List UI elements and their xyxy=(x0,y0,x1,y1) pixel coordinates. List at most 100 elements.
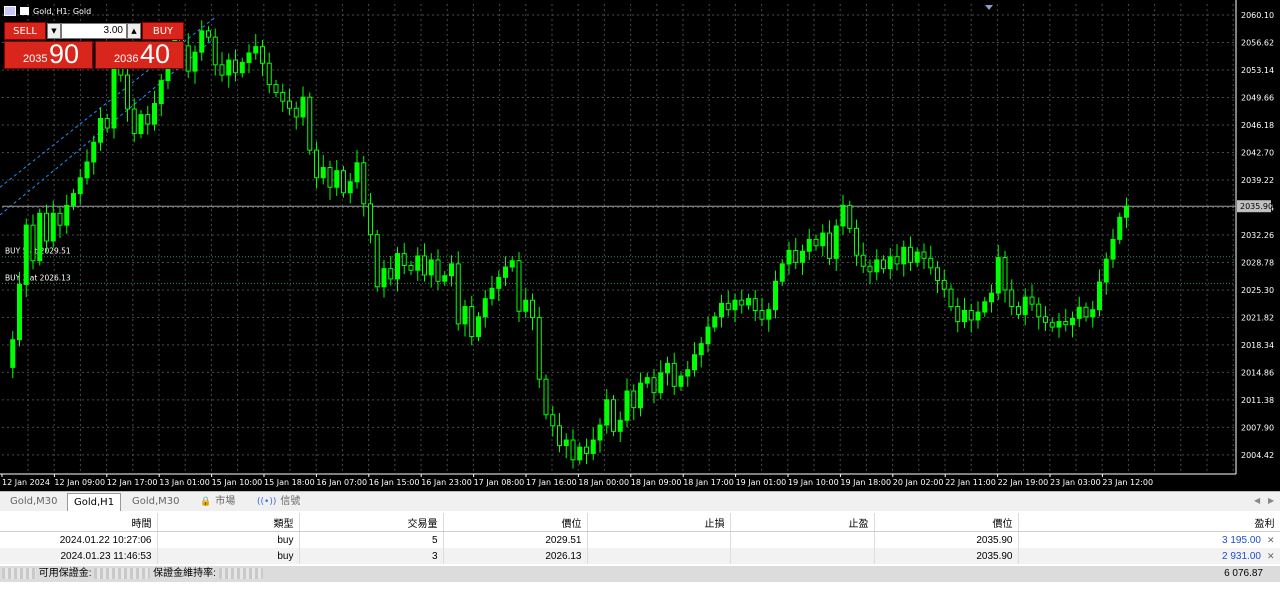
price-tick-label: 2042.70 xyxy=(1241,149,1274,158)
candle-bull xyxy=(1097,281,1102,311)
candle-bull xyxy=(563,439,569,447)
buy-price-prefix: 2036 xyxy=(114,53,139,65)
col-profit[interactable]: 盈利 xyxy=(1018,513,1280,532)
time-tick-label: 19 Jan 10:00 xyxy=(788,478,839,487)
time-tick-label: 15 Jan 10:00 xyxy=(212,478,263,487)
candle-bear xyxy=(881,259,886,270)
account-summary-row: 可用保證金: 保證金維持率: 6 076.87 xyxy=(0,566,1280,582)
table-row[interactable]: 2024.01.22 10:27:06 buy 5 2029.51 2035.9… xyxy=(0,531,1280,548)
time-tick-label: 12 Jan 17:00 xyxy=(107,478,158,487)
candle-bull xyxy=(23,224,29,285)
candle-bull xyxy=(989,292,994,303)
candle-bull xyxy=(887,256,893,270)
col-type[interactable]: 類型 xyxy=(157,513,300,532)
candle-bull xyxy=(71,193,76,206)
candle-bull xyxy=(1070,317,1075,326)
time-tick-label: 17 Jan 08:00 xyxy=(474,478,525,487)
close-position-icon[interactable]: ✕ xyxy=(1267,535,1275,545)
chart-menu-icon[interactable] xyxy=(4,6,16,16)
candle-bull xyxy=(685,369,691,377)
candle-bull xyxy=(496,276,502,289)
candle-bull xyxy=(77,177,83,195)
tab-gold-m30-2[interactable]: Gold,M30 xyxy=(126,493,186,511)
sell-button[interactable]: SELL xyxy=(4,22,46,40)
col-take-profit[interactable]: 止盈 xyxy=(730,513,875,532)
tab-signals[interactable]: ((•)) 信號 xyxy=(251,493,306,511)
col-volume[interactable]: 交易量 xyxy=(299,513,444,532)
candle-bull xyxy=(617,419,623,432)
candle-bull xyxy=(1103,258,1109,283)
candle-bull xyxy=(253,46,259,54)
candle-bear xyxy=(530,299,535,319)
buy-button[interactable]: BUY xyxy=(142,22,184,40)
candle-bull xyxy=(995,257,1001,294)
cell-type: buy xyxy=(157,548,300,564)
price-tick-label: 2021.82 xyxy=(1241,313,1274,322)
position-label: BUY 3 at 2026.13 xyxy=(5,273,71,282)
candle-bull xyxy=(449,263,454,277)
candle-bull xyxy=(746,298,751,306)
candle-bull xyxy=(914,251,920,263)
sell-price-box[interactable]: 2035 90 xyxy=(4,39,93,69)
price-tick-label: 2053.14 xyxy=(1241,66,1274,75)
price-chart[interactable]: 2060.10 2056.62 2053.14 2049.66 2046.18 2042.… xyxy=(0,0,1280,491)
candle-bull xyxy=(665,362,670,374)
candle-bear xyxy=(550,414,556,427)
tab-gold-m30[interactable]: Gold,M30 xyxy=(4,493,64,511)
candle-bull xyxy=(428,259,434,276)
tabs-scroll-right-icon[interactable]: ▶ xyxy=(1268,496,1274,505)
candle-bull xyxy=(1076,306,1082,319)
candle-bear xyxy=(813,238,819,247)
tab-gold-h1[interactable]: Gold,H1 xyxy=(67,493,122,511)
candle-bear xyxy=(266,62,272,86)
chart-tabs-bar: Gold,M30 Gold,H1 Gold,M30 🔒 市場 ((•)) 信號 ◀ … xyxy=(0,491,1280,511)
candle-bull xyxy=(1022,296,1028,315)
lock-icon: 🔒 xyxy=(200,497,212,507)
chart-type-icon[interactable] xyxy=(20,7,29,15)
time-tick-label: 20 Jan 02:00 xyxy=(893,478,944,487)
col-time[interactable]: 時間 xyxy=(0,513,158,532)
candle-bull xyxy=(962,309,967,323)
table-row[interactable]: 2024.01.23 11:46:53 buy 3 2026.13 2035.9… xyxy=(0,548,1280,564)
cell-sl[interactable] xyxy=(587,531,731,548)
chart-area[interactable]: 2060.10 2056.62 2053.14 2049.66 2046.18 2042.… xyxy=(0,0,1280,491)
candle-bear xyxy=(131,108,137,135)
cell-tp[interactable] xyxy=(730,531,875,548)
candle-bull xyxy=(334,170,340,188)
candle-bull xyxy=(476,316,481,338)
profit-value: 3 195.00 xyxy=(1222,534,1261,546)
candle-bear xyxy=(759,309,765,320)
cell-profit: 3 195.00 ✕ xyxy=(1018,531,1280,548)
time-tick-label: 18 Jan 09:00 xyxy=(631,478,682,487)
candle-bull xyxy=(732,299,738,311)
col-stop-loss[interactable]: 止損 xyxy=(587,513,731,532)
time-tick-label: 23 Jan 03:00 xyxy=(1050,478,1101,487)
tabs-scroll-left-icon[interactable]: ◀ xyxy=(1254,496,1260,505)
candle-bear xyxy=(30,224,36,262)
cell-tp[interactable] xyxy=(730,548,875,564)
lot-decrease-button[interactable]: ▼ xyxy=(47,23,61,39)
cell-sl[interactable] xyxy=(587,548,731,564)
candle-bull xyxy=(779,263,785,282)
cell-open-price: 2026.13 xyxy=(443,548,588,564)
time-tick-label: 16 Jan 07:00 xyxy=(316,478,367,487)
tab-market[interactable]: 🔒 市場 xyxy=(194,493,241,511)
lot-size-input[interactable]: 3.00 xyxy=(61,23,127,39)
close-position-icon[interactable]: ✕ xyxy=(1267,551,1275,561)
candle-bear xyxy=(1009,289,1015,308)
cell-profit: 2 931.00 ✕ xyxy=(1018,548,1280,564)
candle-bull xyxy=(1056,321,1062,328)
candle-bull xyxy=(638,382,643,409)
lot-increase-button[interactable]: ▲ xyxy=(127,23,141,39)
time-tick-label: 12 Jan 2024 xyxy=(2,478,50,487)
candle-bear xyxy=(185,45,191,72)
col-open-price[interactable]: 價位 xyxy=(443,513,588,532)
candle-bear xyxy=(287,100,292,109)
candle-bear xyxy=(1029,296,1035,305)
buy-price-box[interactable]: 2036 40 xyxy=(95,39,184,69)
price-tick-label: 2011.38 xyxy=(1241,396,1274,405)
candle-bull xyxy=(17,283,22,341)
candle-bear xyxy=(968,309,974,321)
candle-bear xyxy=(435,259,441,282)
col-price[interactable]: 價位 xyxy=(874,513,1019,532)
